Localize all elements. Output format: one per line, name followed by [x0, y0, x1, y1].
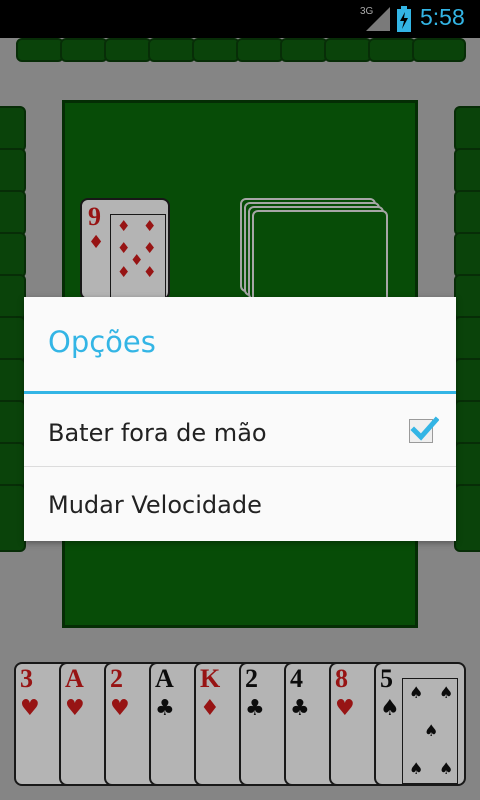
dialog-title: Opções: [48, 325, 156, 359]
divider: [24, 466, 456, 467]
option-bater-fora-de-mao[interactable]: Bater fora de mão: [24, 397, 456, 469]
option-label: Mudar Velocidade: [48, 491, 262, 519]
options-dialog: Opções Bater fora de mão Mudar Velocidad…: [24, 297, 456, 541]
battery-icon: [397, 6, 411, 32]
status-bar: 3G 5:58: [0, 0, 480, 38]
checkbox[interactable]: [409, 416, 439, 443]
option-mudar-velocidade[interactable]: Mudar Velocidade: [24, 469, 456, 541]
option-label: Bater fora de mão: [48, 419, 267, 447]
clock: 5:58: [420, 4, 465, 30]
checkmark-icon: [410, 416, 439, 441]
signal-icon: [366, 7, 390, 31]
dialog-divider: [24, 391, 456, 394]
